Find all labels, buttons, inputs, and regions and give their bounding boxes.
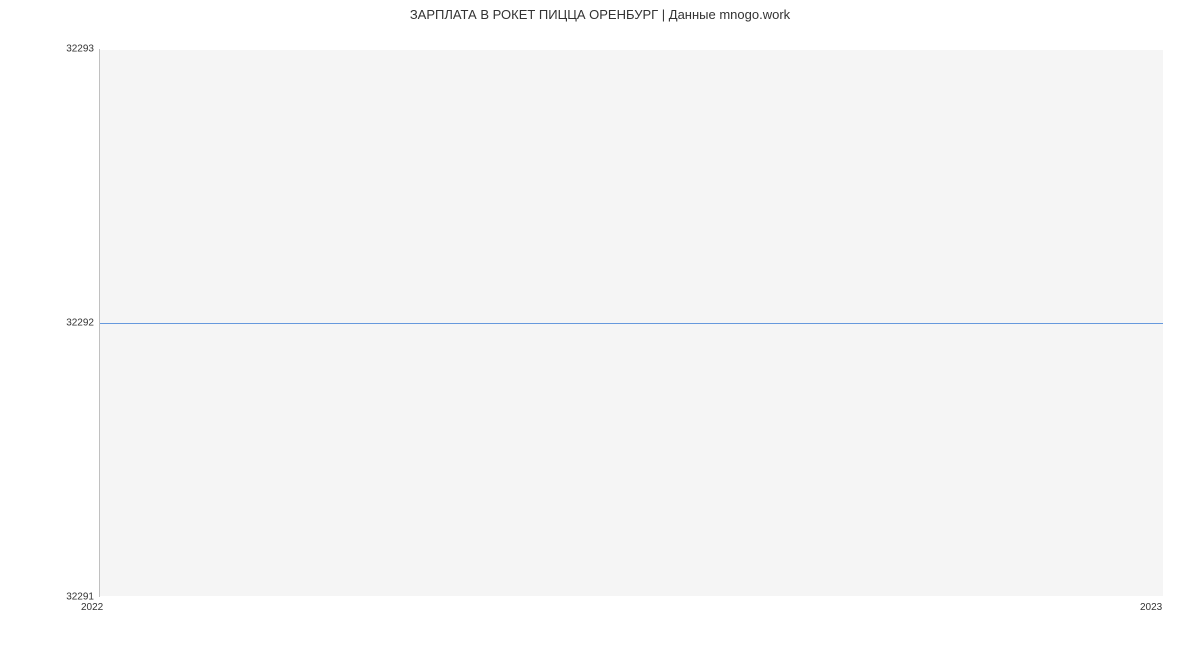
plot-area <box>99 49 1163 597</box>
x-tick-left: 2022 <box>81 602 103 613</box>
data-line <box>100 323 1163 324</box>
x-tick-right: 2023 <box>1140 602 1162 613</box>
chart-title: ЗАРПЛАТА В РОКЕТ ПИЦЦА ОРЕНБУРГ | Данные… <box>0 7 1200 22</box>
gridline-upper <box>100 49 1163 50</box>
gridline-lower <box>100 596 1163 597</box>
y-tick-top: 32293 <box>66 44 94 55</box>
y-tick-bottom: 32291 <box>66 592 94 603</box>
y-tick-mid: 32292 <box>66 318 94 329</box>
